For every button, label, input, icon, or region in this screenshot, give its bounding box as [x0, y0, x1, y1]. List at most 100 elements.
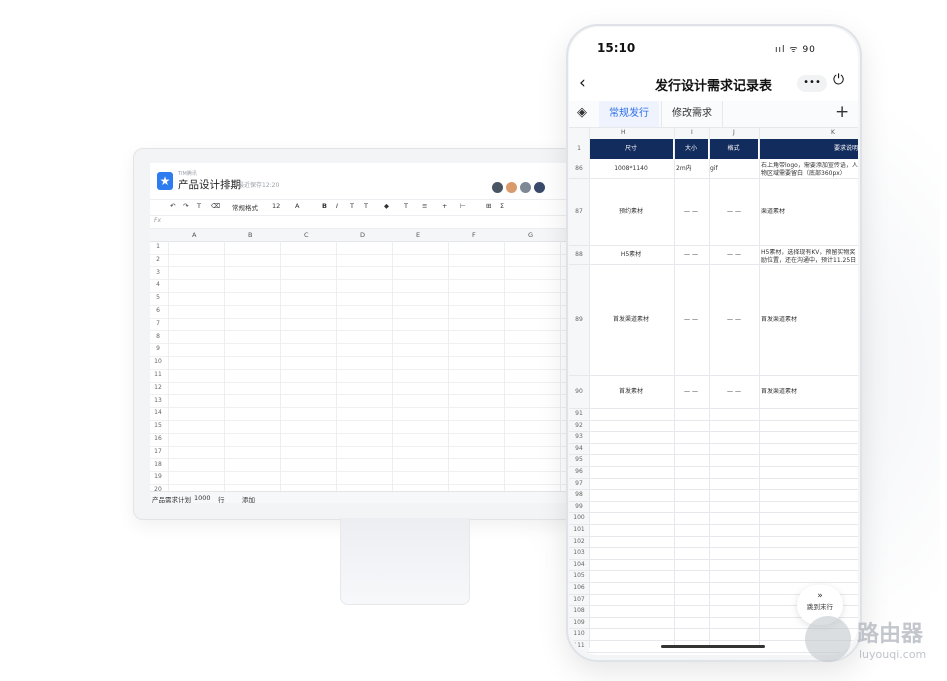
table-row[interactable]: 96 [569, 467, 858, 479]
column-header[interactable]: C [304, 231, 309, 239]
table-row[interactable]: 88 H5素材 — — — — H5素材，选择现有KV，预留实物奖励位置，还在沟通中，预… [569, 246, 858, 265]
sheet-grid[interactable]: 1 2 3 4 5 6 7 8 9 10 11 12 13 14 15 16 17 18 19 20 [150, 241, 570, 498]
row-count-input[interactable]: 1000 [194, 494, 211, 502]
row-number: 110 [569, 629, 589, 640]
format-toolbar: ↶ ↷ T ⌫ 常规格式 12 A B I T T ◆ T ≡ + ⊢ ⊞ Σ [150, 199, 570, 216]
row-number: 111 [569, 641, 589, 652]
format-painter-icon[interactable]: T [197, 202, 201, 210]
tab-change-requests[interactable]: 修改需求 [661, 101, 723, 127]
table-row[interactable]: 105 [569, 571, 858, 583]
row-number: 12 [154, 383, 162, 391]
doc-title[interactable]: 产品设计排期 [178, 177, 241, 192]
undo-icon[interactable]: ↶ [170, 202, 175, 210]
grid-row[interactable]: 6 [150, 305, 570, 319]
sum-icon[interactable]: Σ [500, 202, 504, 210]
grid-row[interactable]: 7 [150, 318, 570, 332]
avatar[interactable] [506, 182, 517, 193]
column-header[interactable]: B [248, 231, 252, 239]
formula-bar[interactable]: Fx [150, 215, 570, 229]
add-rows-button[interactable]: 添加 [242, 494, 255, 503]
underline-icon[interactable]: T [364, 202, 368, 210]
layers-icon[interactable]: ◈ [577, 105, 587, 120]
redo-icon[interactable]: ↷ [183, 202, 188, 210]
text-color-icon[interactable]: A [295, 202, 299, 210]
grid-row[interactable]: 9 [150, 343, 570, 358]
table-row[interactable]: 92 [569, 420, 858, 433]
grid-row[interactable]: 13 [150, 395, 570, 409]
column-header[interactable]: E [416, 231, 420, 239]
avatar[interactable] [534, 182, 545, 193]
header-format[interactable]: 格式 [709, 139, 758, 159]
table-row[interactable]: 87 预约素材 — — — — 渠道素材 [569, 179, 858, 246]
row-number: 98 [569, 490, 589, 501]
grid-row[interactable]: 16 [150, 433, 570, 447]
column-header[interactable]: G [528, 231, 533, 239]
collaborator-avatars[interactable] [492, 178, 548, 197]
header-requirements[interactable]: 要求说明 [759, 139, 858, 159]
row-number: 93 [569, 432, 589, 443]
grid-row[interactable]: 11 [150, 369, 570, 383]
tab-regular-release[interactable]: 常规发行 [599, 101, 659, 127]
column-header[interactable]: F [472, 231, 476, 239]
avatar[interactable] [520, 182, 531, 193]
table-row[interactable]: 94 [569, 443, 858, 456]
bold-icon[interactable]: B [322, 202, 327, 210]
column-header[interactable]: A [192, 231, 196, 239]
grid-row[interactable]: 10 [150, 356, 570, 370]
grid-row[interactable]: 19 [150, 471, 570, 486]
grid-row[interactable]: 4 [150, 279, 570, 294]
header-size[interactable]: 尺寸 [589, 139, 673, 159]
grid-row[interactable]: 18 [150, 459, 570, 473]
power-icon[interactable]: ⏻ [833, 72, 844, 88]
align-icon[interactable]: ≡ [422, 202, 427, 210]
grid-row[interactable]: 3 [150, 267, 570, 281]
table-row[interactable]: 103 [569, 548, 858, 560]
clear-format-icon[interactable]: ⌫ [211, 202, 220, 210]
add-sheet-icon[interactable]: + [835, 102, 849, 122]
grid-row[interactable]: 15 [150, 420, 570, 434]
fill-color-icon[interactable]: ◆ [384, 202, 389, 210]
row-number: 10 [154, 358, 162, 366]
requirement-cell: H5素材，选择现有KV，预留实物奖励位置，还在沟通中，预计11.25日 [761, 249, 857, 263]
grid-row[interactable]: 8 [150, 331, 570, 345]
table-row[interactable]: 95 [569, 455, 858, 467]
table-row[interactable]: 90 首发素材 — — — — 首发渠道素材 [569, 376, 858, 409]
grid-row[interactable]: 17 [150, 446, 570, 460]
style-select[interactable]: 常规格式 [232, 202, 258, 212]
table-row[interactable]: 98 [569, 490, 858, 502]
font-color-icon[interactable]: T [404, 202, 408, 210]
grid-row[interactable]: 14 [150, 407, 570, 422]
jump-label: 跳到末行 [807, 603, 833, 611]
table-row[interactable]: 100 [569, 513, 858, 525]
table-row[interactable]: 91 [569, 409, 858, 421]
more-icon[interactable]: ••• [797, 75, 827, 92]
italic-icon[interactable]: I [336, 202, 338, 210]
row-number: 97 [569, 478, 589, 490]
table-row[interactable]: 86 1008*1140 2m内 gif 右上角带logo，需要添加宣传语，人物区域需要… [569, 159, 858, 179]
table-row[interactable]: 104 [569, 559, 858, 572]
sheet-tab[interactable]: 产品需求计划 [152, 494, 191, 503]
rows-label: 行 [218, 496, 225, 503]
wrap-icon[interactable]: ⊢ [460, 202, 466, 210]
table-row[interactable]: 102 [569, 536, 858, 549]
grid-row[interactable]: 2 [150, 254, 570, 268]
table-row[interactable]: 93 [569, 432, 858, 444]
monitor-stand [340, 518, 470, 605]
chevrons-down-icon: » [817, 591, 823, 601]
table-row[interactable]: 89 首发渠道素材 — — — — 首发渠道素材 [569, 265, 858, 376]
strikethrough-icon[interactable]: T [350, 202, 354, 210]
row-number: 108 [569, 606, 589, 617]
grid-row[interactable]: 12 [150, 382, 570, 396]
grid-row[interactable]: 1 [150, 241, 570, 255]
grid-row[interactable]: 5 [150, 292, 570, 306]
merge-icon[interactable]: ⊞ [486, 202, 491, 210]
router-logo-icon [805, 616, 851, 662]
table-row[interactable]: 97 [569, 478, 858, 491]
column-header[interactable]: D [360, 231, 365, 239]
avatar[interactable] [492, 182, 503, 193]
table-row[interactable]: 99 [569, 501, 858, 514]
font-size-select[interactable]: 12 [272, 202, 280, 210]
header-filesize[interactable]: 大小 [674, 139, 708, 159]
table-row[interactable]: 101 [569, 525, 858, 537]
valign-icon[interactable]: + [442, 202, 447, 210]
